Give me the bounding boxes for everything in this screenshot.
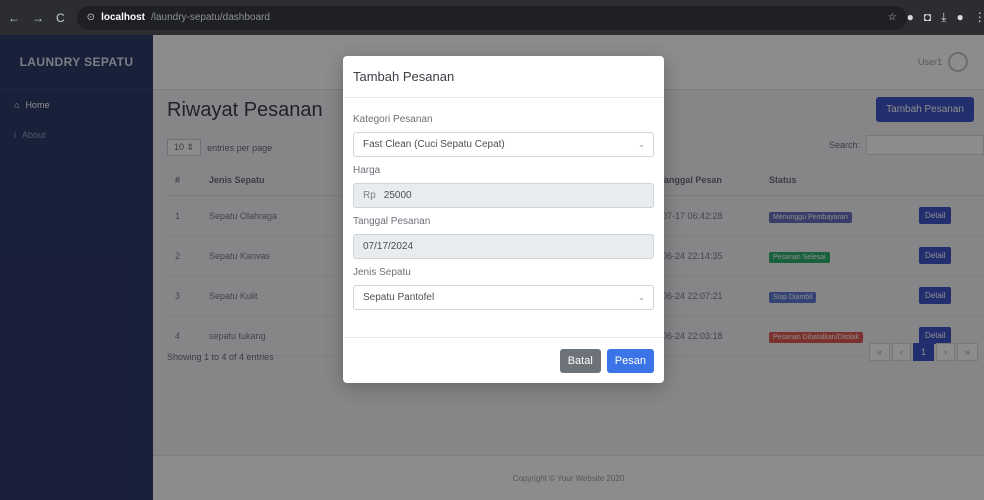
chevron-down-icon: ⌄ bbox=[638, 140, 645, 149]
profile-icon[interactable]: ● bbox=[956, 10, 963, 25]
site-info-icon[interactable]: ⊙ bbox=[87, 12, 95, 23]
url-host: localhost bbox=[101, 12, 145, 23]
browser-nav: ← → C bbox=[8, 11, 65, 25]
jenis-value: Sepatu Pantofel bbox=[363, 292, 435, 303]
modal-title: Tambah Pesanan bbox=[343, 56, 664, 98]
harga-value: 25000 bbox=[383, 190, 412, 201]
add-order-modal: Tambah Pesanan Kategori Pesanan Fast Cle… bbox=[343, 56, 664, 383]
bookmark-star-icon[interactable]: ☆ bbox=[888, 12, 897, 23]
kategori-label: Kategori Pesanan bbox=[353, 114, 433, 125]
extensions-puzzle-icon[interactable]: ◘ bbox=[924, 10, 931, 25]
address-bar[interactable]: ⊙ localhost/laundry-sepatu/dashboard ☆ bbox=[76, 5, 907, 30]
cancel-button[interactable]: Batal bbox=[559, 348, 601, 373]
currency-prefix: Rp bbox=[363, 190, 376, 201]
harga-label: Harga bbox=[353, 165, 381, 176]
url-path: /laundry-sepatu/dashboard bbox=[150, 12, 270, 23]
tanggal-label: Tanggal Pesanan bbox=[353, 216, 431, 227]
browser-toolbar-right: ● ◘ ⤓ ● ⋮ bbox=[907, 10, 984, 25]
kategori-value: Fast Clean (Cuci Sepatu Cepat) bbox=[363, 139, 505, 150]
extension-icon[interactable]: ● bbox=[907, 10, 914, 25]
reload-icon[interactable]: C bbox=[56, 11, 65, 25]
jenis-select[interactable]: Sepatu Pantofel ⌄ bbox=[353, 285, 654, 310]
forward-icon[interactable]: → bbox=[32, 11, 44, 25]
browser-chrome: ← → C ⊙ localhost/laundry-sepatu/dashboa… bbox=[0, 0, 984, 35]
browser-menu-icon[interactable]: ⋮ bbox=[974, 10, 984, 25]
modal-body: Kategori Pesanan Fast Clean (Cuci Sepatu… bbox=[343, 98, 664, 318]
back-icon[interactable]: ← bbox=[8, 11, 20, 25]
tanggal-value: 07/17/2024 bbox=[363, 241, 414, 252]
submit-order-button[interactable]: Pesan bbox=[606, 348, 654, 373]
download-icon[interactable]: ⤓ bbox=[941, 10, 946, 25]
tanggal-field: 07/17/2024 bbox=[353, 234, 654, 259]
jenis-label: Jenis Sepatu bbox=[353, 267, 411, 278]
chevron-down-icon: ⌄ bbox=[638, 293, 645, 302]
harga-field: Rp 25000 bbox=[353, 183, 654, 208]
kategori-select[interactable]: Fast Clean (Cuci Sepatu Cepat) ⌄ bbox=[353, 132, 654, 157]
modal-footer: Batal Pesan bbox=[343, 337, 664, 383]
